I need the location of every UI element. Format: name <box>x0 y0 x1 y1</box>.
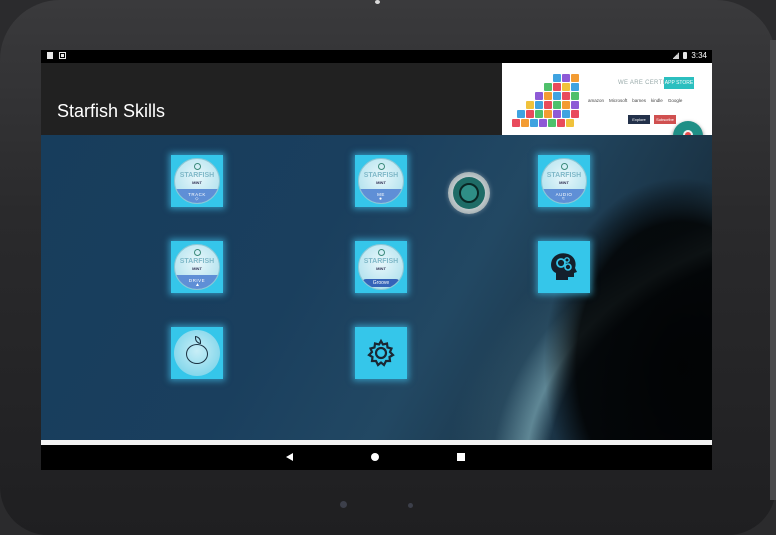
skill-tile-apple[interactable] <box>171 327 223 379</box>
badge-sub: MINT <box>376 266 386 271</box>
leaf-icon <box>378 249 385 256</box>
starfish-mint-audio-icon: STARFISH MINT AUDIO ≈ <box>541 158 587 204</box>
groove-label: Groove <box>362 279 400 287</box>
badge-sub: MINT <box>192 180 202 185</box>
leaf-icon <box>561 163 568 170</box>
gear-icon <box>367 338 395 367</box>
badge-brand: STARFISH <box>363 172 399 179</box>
cube-stack-graphic <box>512 71 587 131</box>
ad-explore-button[interactable]: Explore Now <box>628 115 650 131</box>
starfish-mint-me-icon: STARFISH MINT ME ● <box>358 158 404 204</box>
record-button[interactable] <box>448 172 490 214</box>
front-camera <box>375 0 380 4</box>
skill-tile-groove[interactable]: STARFISH MINT Groove <box>355 241 407 293</box>
apple-leaf <box>195 336 201 344</box>
badge-sub: MINT <box>192 266 202 271</box>
app-bar: Starfish Skills WE ARE CERTIFIED APP STO… <box>41 63 712 135</box>
record-circle-icon <box>459 183 479 203</box>
navigation-bar <box>41 445 712 470</box>
ad-partner-logos: amazon Microsoft barnes kindle Google <box>588 98 682 103</box>
apple-body <box>186 344 208 364</box>
badge-brand: STARFISH <box>546 172 582 179</box>
skill-tile-drive[interactable]: STARFISH MINT DRIVE ▲ <box>171 241 223 293</box>
head-gears-icon <box>551 253 577 280</box>
partner-logo: Microsoft <box>609 98 628 103</box>
status-time: 3:34 <box>691 51 707 60</box>
skill-tile-settings[interactable] <box>355 327 407 379</box>
starfish-mint-drive-icon: STARFISH MINT DRIVE ▲ <box>174 244 220 290</box>
skill-tile-me[interactable]: STARFISH MINT ME ● <box>355 155 407 207</box>
badge-brand: STARFISH <box>179 258 215 265</box>
starfish-mint-groove-icon: STARFISH MINT Groove <box>358 244 404 290</box>
signal-icon <box>673 52 680 59</box>
record-ring <box>453 177 485 209</box>
partner-logo: Google <box>667 98 683 103</box>
partner-logo: barnes <box>632 98 647 103</box>
device-screen: 3:34 Starfish Skills WE ARE CERTIFIED AP… <box>41 50 712 470</box>
badge-sub: MINT <box>376 180 386 185</box>
location-pin-icon: ⬦ <box>195 196 199 202</box>
leaf-icon <box>194 163 201 170</box>
skill-tile-track[interactable]: STARFISH MINT TRACK ⬦ <box>171 155 223 207</box>
ad-subscribe-button[interactable]: Subscribe Now <box>654 115 676 131</box>
status-bar: 3:34 <box>41 50 712 63</box>
app-title: Starfish Skills <box>57 101 166 121</box>
badge-sub: MINT <box>559 180 569 185</box>
apple-icon <box>174 330 220 376</box>
back-icon[interactable] <box>286 453 293 461</box>
notification-icon <box>47 52 53 59</box>
battery-icon <box>683 52 688 59</box>
starfish-mint-track-icon: STARFISH MINT TRACK ⬦ <box>174 158 220 204</box>
partner-logo: kindle <box>651 98 663 103</box>
partner-logo: amazon <box>588 98 605 103</box>
recent-apps-icon[interactable] <box>457 453 465 461</box>
badge-brand: STARFISH <box>179 172 215 179</box>
home-icon[interactable] <box>371 453 379 461</box>
audio-wave-icon: ≈ <box>562 196 565 202</box>
bezel-sensor-small <box>408 503 413 508</box>
car-icon: ▲ <box>195 282 200 288</box>
download-icon <box>59 52 66 59</box>
leaf-icon <box>378 163 385 170</box>
badge-brand: STARFISH <box>363 258 399 265</box>
ad-store-badge: APP STORE <box>664 77 694 89</box>
person-icon: ● <box>379 196 383 202</box>
skill-tile-brain[interactable] <box>538 241 590 293</box>
leaf-icon <box>194 249 201 256</box>
bezel-sensor <box>340 501 347 508</box>
bezel-edge <box>770 40 776 500</box>
skill-tile-audio[interactable]: STARFISH MINT AUDIO ≈ <box>538 155 590 207</box>
